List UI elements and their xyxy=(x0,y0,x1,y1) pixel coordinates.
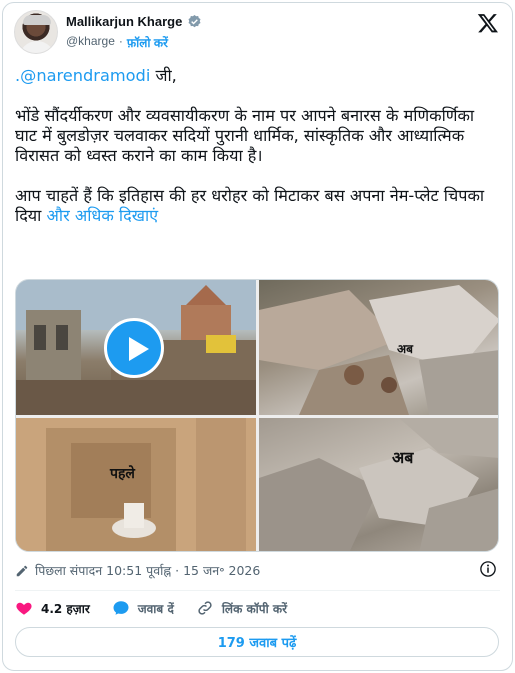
read-replies-button[interactable]: 179 जवाब पढ़ें xyxy=(15,627,499,657)
tweet-paragraph-3: आप चाहतें हैं कि इतिहास की हर धरोहर को म… xyxy=(15,186,497,226)
copy-link-button[interactable]: लिंक कॉपी करें xyxy=(196,599,287,617)
reply-label: जवाब दें xyxy=(137,601,174,616)
label-now-small: अब xyxy=(397,342,414,356)
follow-button[interactable]: फ़ॉलो करें xyxy=(127,34,168,51)
handle-separator: · xyxy=(118,34,123,48)
show-more-link[interactable]: और अधिक दिखाएं xyxy=(47,206,159,225)
heart-icon xyxy=(16,602,32,615)
media-image-rubble-1[interactable]: अब xyxy=(259,280,498,415)
link-icon xyxy=(198,601,212,615)
copy-link-label: लिंक कॉपी करें xyxy=(221,601,288,616)
mention-link[interactable]: .@narendramodi xyxy=(15,66,150,85)
action-bar: 4.2 हज़ार जवाब दें लिंक कॉपी करें xyxy=(15,599,309,617)
tweet-text: .@narendramodi जी, भोंडे सौंदर्यीकरण और … xyxy=(15,66,497,246)
author-handle-row: @kharge · फ़ॉलो करें xyxy=(66,34,168,51)
media-image-before[interactable]: पहले xyxy=(16,418,256,551)
tweet-paragraph-2: भोंडे सौंदर्यीकरण और व्यवसायीकरण के नाम … xyxy=(15,106,480,165)
reply-button[interactable]: जवाब दें xyxy=(112,599,174,617)
edit-timestamp: पिछला संपादन 10:51 पूर्वाह्न · 15 जन॰ 20… xyxy=(35,563,261,578)
tweet-line-1-suffix: जी, xyxy=(150,66,177,85)
author-handle[interactable]: @kharge xyxy=(66,34,115,51)
rubble-image-2 xyxy=(259,418,498,551)
divider xyxy=(15,590,500,591)
like-count: 4.2 हज़ार xyxy=(41,601,90,616)
media-grid: अब पहले अब xyxy=(15,279,499,552)
label-after: अब xyxy=(392,448,414,467)
author-avatar[interactable] xyxy=(14,10,58,54)
rubble-image-1 xyxy=(259,285,498,415)
reply-bubble-icon xyxy=(113,601,129,615)
verified-badge-icon xyxy=(188,14,201,28)
media-image-after[interactable]: अब xyxy=(259,418,498,551)
tweet-line-1: .@narendramodi जी, xyxy=(15,66,497,86)
like-button[interactable]: 4.2 हज़ार xyxy=(15,599,90,617)
media-video-thumbnail[interactable] xyxy=(16,280,256,415)
author-name[interactable]: Mallikarjun Kharge xyxy=(66,14,182,29)
info-icon[interactable] xyxy=(479,560,497,578)
avatar-body xyxy=(19,41,55,53)
edit-info[interactable]: पिछला संपादन 10:51 पूर्वाह्न · 15 जन॰ 20… xyxy=(15,562,260,579)
x-logo-icon[interactable] xyxy=(477,12,499,34)
avatar-hair xyxy=(23,15,51,25)
video-play-button[interactable] xyxy=(104,318,164,378)
label-before: पहले xyxy=(110,466,135,482)
carving-image xyxy=(16,418,256,551)
pencil-icon xyxy=(16,565,28,576)
author-name-row: Mallikarjun Kharge xyxy=(66,14,202,29)
